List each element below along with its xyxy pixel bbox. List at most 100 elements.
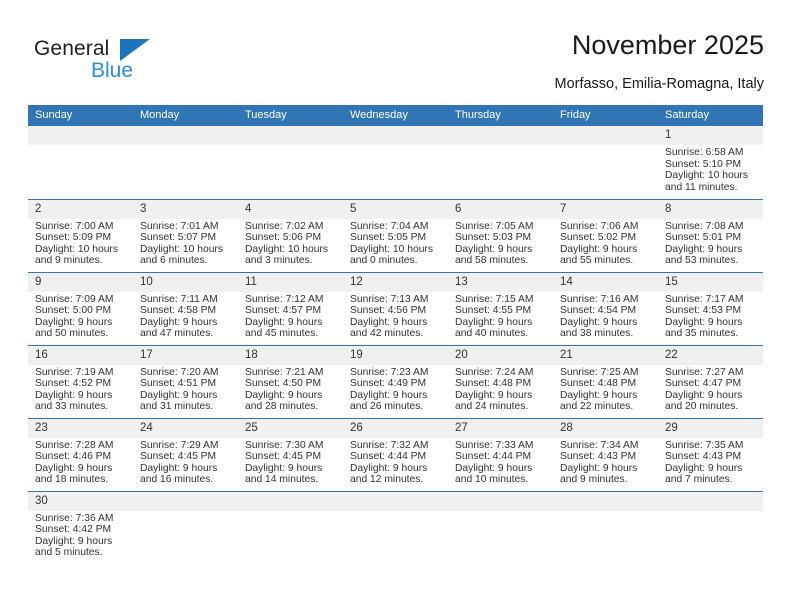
calendar-day-cell[interactable]: 15 Sunrise: 7:17 AM Sunset: 4:53 PM Dayligh… [658,271,763,345]
calendar-day-cell[interactable]: 20 Sunrise: 7:24 AM Sunset: 4:48 PM Dayligh… [448,344,553,418]
daylight-duration-line2: and 38 minutes. [560,328,634,340]
day-number [553,126,658,145]
weekday-header-wednesday: Wednesday [343,105,448,126]
daylight-duration-line2: and 40 minutes. [455,328,529,340]
day-number: 13 [448,272,553,292]
calendar-week-row: 9 Sunrise: 7:09 AM Sunset: 5:00 PM Daylight… [28,271,763,345]
sunset-time: Sunset: 5:00 PM [35,305,112,317]
daylight-duration-line1: Daylight: 9 hours [245,462,323,474]
sunset-time: Sunset: 4:43 PM [560,451,637,463]
calendar-day-cell[interactable]: 26 Sunrise: 7:32 AM Sunset: 4:44 PM Dayligh… [343,417,448,491]
calendar-day-cell[interactable]: 4 Sunrise: 7:02 AM Sunset: 5:06 PM Daylight… [238,198,343,272]
calendar-day-cell-empty [238,490,343,564]
sunrise-time: Sunrise: 7:08 AM [665,220,744,232]
day-details: Sunrise: 7:08 AM Sunset: 5:01 PM Daylight:… [658,219,763,267]
daylight-duration-line1: Daylight: 9 hours [560,389,638,401]
calendar-day-cell[interactable]: 16 Sunrise: 7:19 AM Sunset: 4:52 PM Dayligh… [28,344,133,418]
sunset-time: Sunset: 4:58 PM [140,305,217,317]
calendar-day-cell[interactable]: 17 Sunrise: 7:20 AM Sunset: 4:51 PM Dayligh… [133,344,238,418]
day-number: 27 [448,418,553,438]
calendar-day-cell[interactable]: 21 Sunrise: 7:25 AM Sunset: 4:48 PM Dayligh… [553,344,658,418]
sunrise-time: Sunrise: 6:58 AM [665,147,744,158]
calendar-day-cell[interactable]: 7 Sunrise: 7:06 AM Sunset: 5:02 PM Daylight… [553,198,658,272]
day-number: 30 [28,491,133,511]
sunrise-time: Sunrise: 7:24 AM [455,366,534,378]
day-details: Sunrise: 7:25 AM Sunset: 4:48 PM Daylight:… [553,365,658,413]
daylight-duration-line2: and 14 minutes. [245,474,319,486]
page-subtitle-location: Morfasso, Emilia-Romagna, Italy [554,76,764,92]
calendar-day-cell[interactable]: 27 Sunrise: 7:33 AM Sunset: 4:44 PM Dayligh… [448,417,553,491]
calendar-day-cell[interactable]: 19 Sunrise: 7:23 AM Sunset: 4:49 PM Dayligh… [343,344,448,418]
sunset-time: Sunset: 4:48 PM [455,378,532,390]
calendar-day-cell[interactable]: 12 Sunrise: 7:13 AM Sunset: 4:56 PM Dayligh… [343,271,448,345]
daylight-duration-line2: and 9 minutes. [35,255,103,267]
sunrise-time: Sunrise: 7:06 AM [560,220,639,232]
sunrise-time: Sunrise: 7:17 AM [665,293,744,305]
sunset-time: Sunset: 4:46 PM [35,451,112,463]
day-details: Sunrise: 7:20 AM Sunset: 4:51 PM Daylight:… [133,365,238,413]
calendar-day-cell[interactable]: 11 Sunrise: 7:12 AM Sunset: 4:57 PM Dayligh… [238,271,343,345]
daylight-duration-line2: and 3 minutes. [245,255,313,267]
day-details: Sunrise: 7:33 AM Sunset: 4:44 PM Daylight:… [448,438,553,486]
sunset-time: Sunset: 4:51 PM [140,378,217,390]
calendar-day-cell[interactable]: 10 Sunrise: 7:11 AM Sunset: 4:58 PM Dayligh… [133,271,238,345]
sunset-time: Sunset: 4:55 PM [455,305,532,317]
calendar-day-cell[interactable]: 5 Sunrise: 7:04 AM Sunset: 5:05 PM Daylight… [343,198,448,272]
sunrise-time: Sunrise: 7:25 AM [560,366,639,378]
calendar-day-cell[interactable]: 14 Sunrise: 7:16 AM Sunset: 4:54 PM Dayligh… [553,271,658,345]
day-number: 15 [658,272,763,292]
sunrise-time: Sunrise: 7:29 AM [140,439,219,451]
day-number: 24 [133,418,238,438]
sunrise-sunset-calendar-table: Sunday Monday Tuesday Wednesday Thursday… [28,105,763,564]
calendar-header-row: Sunday Monday Tuesday Wednesday Thursday… [28,105,763,126]
day-number: 8 [658,199,763,219]
sunrise-time: Sunrise: 7:30 AM [245,439,324,451]
daylight-duration-line2: and 7 minutes. [665,474,733,486]
day-number: 14 [553,272,658,292]
calendar-day-cell[interactable]: 9 Sunrise: 7:09 AM Sunset: 5:00 PM Daylight… [28,271,133,345]
general-blue-logo[interactable]: General Blue [34,36,214,94]
day-details: Sunrise: 7:29 AM Sunset: 4:45 PM Daylight:… [133,438,238,486]
sunset-time: Sunset: 4:42 PM [35,524,112,536]
daylight-duration-line1: Daylight: 9 hours [35,389,113,401]
daylight-duration-line1: Daylight: 9 hours [245,316,323,328]
daylight-duration-line2: and 9 minutes. [560,474,628,486]
calendar-day-cell[interactable]: 1 Sunrise: 6:58 AM Sunset: 5:10 PM Daylight… [658,126,763,199]
calendar-day-cell[interactable]: 22 Sunrise: 7:27 AM Sunset: 4:47 PM Dayligh… [658,344,763,418]
logo-text-blue: Blue [91,59,134,82]
daylight-duration-line1: Daylight: 9 hours [140,316,218,328]
daylight-duration-line2: and 18 minutes. [35,474,109,486]
calendar-day-cell-empty [658,490,763,564]
day-details: Sunrise: 7:35 AM Sunset: 4:43 PM Daylight:… [658,438,763,486]
day-number [238,491,343,511]
daylight-duration-line2: and 50 minutes. [35,328,109,340]
weekday-header-sunday: Sunday [28,105,133,126]
day-number [343,126,448,145]
calendar-day-cell[interactable]: 30 Sunrise: 7:36 AM Sunset: 4:42 PM Dayligh… [28,490,133,564]
day-details: Sunrise: 7:21 AM Sunset: 4:50 PM Daylight:… [238,365,343,413]
sunrise-time: Sunrise: 7:13 AM [350,293,429,305]
calendar-day-cell[interactable]: 18 Sunrise: 7:21 AM Sunset: 4:50 PM Dayligh… [238,344,343,418]
calendar-day-cell[interactable]: 6 Sunrise: 7:05 AM Sunset: 5:03 PM Daylight… [448,198,553,272]
daylight-duration-line2: and 58 minutes. [455,255,529,267]
day-number: 16 [28,345,133,365]
calendar-day-cell[interactable]: 8 Sunrise: 7:08 AM Sunset: 5:01 PM Daylight… [658,198,763,272]
calendar-day-cell[interactable]: 29 Sunrise: 7:35 AM Sunset: 4:43 PM Dayligh… [658,417,763,491]
calendar-day-cell-empty [343,490,448,564]
day-number [553,491,658,511]
sunrise-time: Sunrise: 7:16 AM [560,293,639,305]
weekday-header-monday: Monday [133,105,238,126]
calendar-day-cell[interactable]: 23 Sunrise: 7:28 AM Sunset: 4:46 PM Dayligh… [28,417,133,491]
calendar-day-cell[interactable]: 28 Sunrise: 7:34 AM Sunset: 4:43 PM Dayligh… [553,417,658,491]
calendar-day-cell[interactable]: 13 Sunrise: 7:15 AM Sunset: 4:55 PM Dayligh… [448,271,553,345]
calendar-day-cell-empty [448,126,553,199]
calendar-day-cell[interactable]: 25 Sunrise: 7:30 AM Sunset: 4:45 PM Dayligh… [238,417,343,491]
calendar-day-cell[interactable]: 2 Sunrise: 7:00 AM Sunset: 5:09 PM Daylight… [28,198,133,272]
day-number: 4 [238,199,343,219]
daylight-duration-line1: Daylight: 9 hours [665,462,743,474]
calendar-day-cell[interactable]: 24 Sunrise: 7:29 AM Sunset: 4:45 PM Dayligh… [133,417,238,491]
daylight-duration-line1: Daylight: 9 hours [350,462,428,474]
calendar-day-cell[interactable]: 3 Sunrise: 7:01 AM Sunset: 5:07 PM Daylight… [133,198,238,272]
day-details: Sunrise: 7:04 AM Sunset: 5:05 PM Daylight:… [343,219,448,267]
daylight-duration-line2: and 53 minutes. [665,255,739,267]
